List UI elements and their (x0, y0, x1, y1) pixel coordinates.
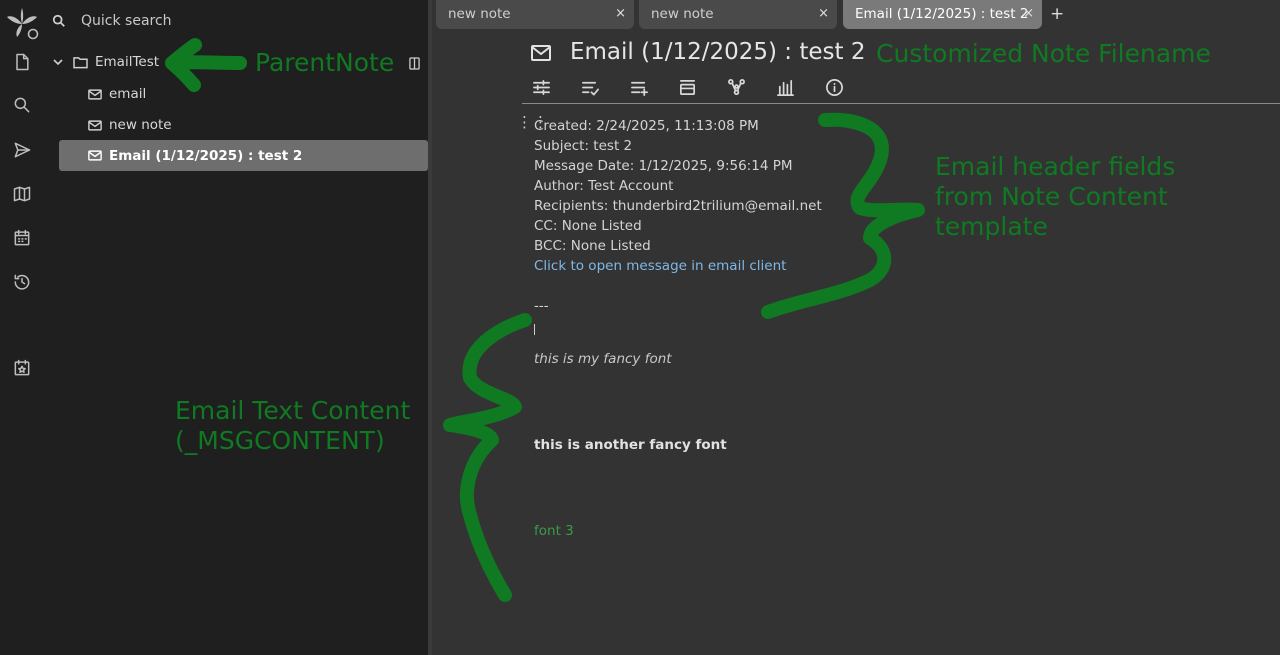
folder-icon (73, 56, 88, 68)
annotation-filename: Customized Note Filename (876, 39, 1211, 68)
bookmark-calendar-icon[interactable] (10, 356, 34, 380)
map-icon[interactable] (10, 182, 34, 206)
chevron-down-icon[interactable] (52, 56, 64, 68)
author-line: Author: Test Account (534, 178, 674, 194)
graph-icon[interactable] (727, 78, 747, 98)
trilium-logo-icon[interactable] (5, 7, 39, 41)
tab-label: new note (448, 6, 511, 22)
bcc-line: BCC: None Listed (534, 238, 651, 254)
quick-search-input[interactable]: Quick search (81, 13, 172, 29)
cc-line: CC: None Listed (534, 218, 642, 234)
tab-new-note-2[interactable]: new note × (639, 0, 837, 29)
text-cursor (534, 324, 535, 335)
mail-icon[interactable] (531, 44, 551, 66)
tab-label: new note (651, 6, 714, 22)
collapse-icon[interactable] (678, 78, 698, 98)
subject-line: Subject: test 2 (534, 138, 633, 154)
another-fancy-font-line: this is another fancy font (534, 437, 727, 453)
annotation-text-content-1: Email Text Content (175, 396, 411, 425)
mail-icon (88, 119, 102, 131)
list-add-icon[interactable] (630, 78, 650, 98)
tab-email-test-2[interactable]: Email (1/12/2025) : test 2 × (843, 0, 1042, 29)
toolbar-divider (522, 103, 1280, 104)
new-note-icon[interactable] (10, 50, 34, 74)
history-icon[interactable] (10, 270, 34, 294)
note-title[interactable]: Email (1/12/2025) : test 2 (570, 39, 866, 65)
font-3-line: font 3 (534, 523, 574, 539)
tree-item-label: new note (109, 117, 172, 133)
settings-sliders-icon[interactable] (532, 78, 552, 98)
annotation-header-fields-2: from Note Content (935, 182, 1168, 211)
close-icon[interactable]: × (818, 6, 829, 21)
quick-search-icon (52, 13, 68, 29)
close-icon[interactable]: × (1023, 6, 1034, 21)
add-tab-button[interactable]: + (1050, 4, 1064, 24)
recipients-line: Recipients: thunderbird2trilium@email.ne… (534, 198, 822, 214)
list-check-icon[interactable] (581, 78, 601, 98)
tree-item-label: email (109, 86, 147, 102)
open-in-email-client-link[interactable]: Click to open message in email client (534, 258, 786, 274)
send-icon[interactable] (10, 138, 34, 162)
tab-label: Email (1/12/2025) : test 2 (855, 6, 1029, 22)
annotation-header-fields-3: template (935, 212, 1048, 241)
message-date-line: Message Date: 1/12/2025, 9:56:14 PM (534, 158, 793, 174)
annotation-parent-note: ParentNote (255, 48, 395, 77)
tab-new-note-1[interactable]: new note × (436, 0, 634, 29)
fancy-font-line: this is my fancy font (534, 351, 672, 367)
tree-item-label: Email (1/12/2025) : test 2 (109, 147, 303, 164)
close-icon[interactable]: × (615, 6, 626, 21)
tree-item-email[interactable]: email (88, 79, 388, 109)
created-line: Created: 2/24/2025, 11:13:08 PM (534, 118, 759, 134)
launcher-bar (0, 0, 44, 655)
search-icon[interactable] (10, 93, 34, 117)
text-content-brace (443, 313, 532, 602)
mail-icon (88, 88, 102, 100)
tree-item-label: EmailTest (95, 54, 160, 70)
mail-icon (88, 150, 102, 161)
annotation-header-fields-1: Email header fields (935, 152, 1176, 181)
tree-item-active-email[interactable]: Email (1/12/2025) : test 2 (59, 140, 428, 171)
bar-chart-icon[interactable] (776, 78, 796, 98)
tree-item-new-note[interactable]: new note (88, 110, 388, 140)
open-in-split-icon[interactable] (409, 55, 420, 74)
calendar-icon[interactable] (10, 226, 34, 250)
info-icon[interactable] (825, 78, 845, 98)
annotation-text-content-2: (_MSGCONTENT) (175, 426, 385, 455)
panel-splitter[interactable] (428, 0, 432, 655)
header-fields-brace (761, 112, 925, 319)
separator-line: --- (534, 298, 549, 314)
